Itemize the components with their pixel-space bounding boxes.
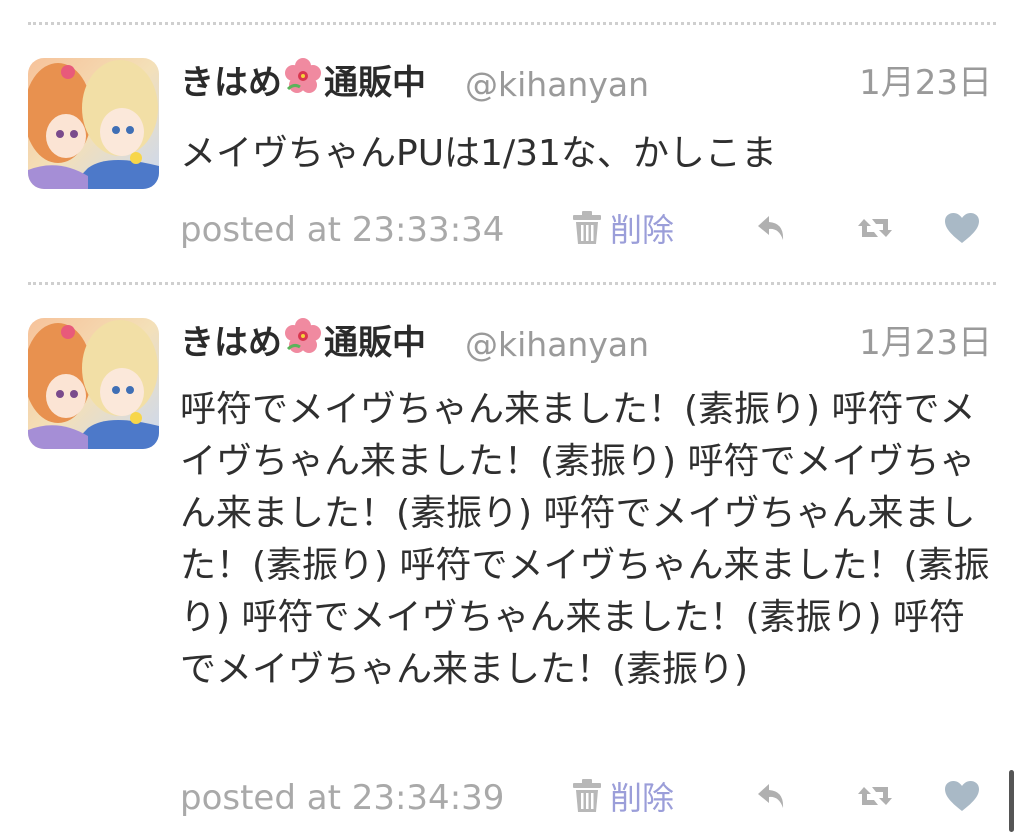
- timeline: きはめ 通販中 @kihanyan 1月23日 メイヴちゃんPUは1/31な、かし…: [0, 0, 1024, 832]
- reply-icon: [755, 213, 789, 247]
- tweet-footer: posted at 23:33:34 削除: [180, 206, 996, 254]
- delete-button[interactable]: 削除: [570, 206, 674, 254]
- trash-icon: [570, 778, 604, 818]
- tweet-header: きはめ 通販中 @kihanyan 1月23日: [180, 57, 992, 108]
- tweet-text: 呼符でメイヴちゃん来ました！(素振り) 呼符でメイヴちゃん来ました！(素振り) …: [180, 389, 990, 690]
- tweet-date[interactable]: 1月23日: [859, 320, 992, 366]
- retweet-icon: [856, 781, 894, 815]
- delete-label: 削除: [610, 779, 675, 817]
- delete-button[interactable]: 削除: [570, 774, 674, 822]
- tweet-2[interactable]: きはめ 通販中 @kihanyan 1月23日 呼符でメイヴちゃん来ました！(素振…: [0, 317, 1024, 832]
- display-name-prefix: きはめ: [180, 63, 282, 103]
- display-name[interactable]: きはめ 通販中: [180, 317, 426, 367]
- tweet-1[interactable]: きはめ 通販中 @kihanyan 1月23日 メイヴちゃんPUは1/31な、かし…: [0, 57, 1024, 270]
- display-name-suffix: 通販中: [324, 63, 426, 103]
- favorite-button[interactable]: [942, 210, 982, 250]
- tweet-header: きはめ 通販中 @kihanyan 1月23日: [180, 317, 992, 368]
- display-name[interactable]: きはめ 通販中: [180, 57, 426, 107]
- favorite-button[interactable]: [942, 778, 982, 818]
- heart-icon: [943, 779, 981, 817]
- retweet-icon: [856, 213, 894, 247]
- divider: [28, 22, 996, 25]
- display-name-prefix: きはめ: [180, 323, 282, 363]
- screen-name[interactable]: @kihanyan: [465, 62, 649, 108]
- scrollbar[interactable]: [1009, 770, 1014, 832]
- delete-label: 削除: [610, 211, 675, 249]
- tweet-date[interactable]: 1月23日: [859, 60, 992, 106]
- display-name-suffix: 通販中: [324, 323, 426, 363]
- hibiscus-icon: [284, 317, 322, 367]
- tweet-footer: posted at 23:34:39 削除: [180, 774, 996, 822]
- avatar[interactable]: [28, 58, 159, 189]
- retweet-button[interactable]: [855, 778, 895, 818]
- trash-icon: [570, 210, 604, 250]
- retweet-button[interactable]: [855, 210, 895, 250]
- tweet-text: メイヴちゃんPUは1/31な、かしこま: [180, 133, 777, 174]
- reply-icon: [755, 781, 789, 815]
- posted-time: posted at 23:34:39: [180, 778, 505, 818]
- reply-button[interactable]: [752, 778, 792, 818]
- heart-icon: [943, 211, 981, 249]
- divider: [28, 282, 996, 285]
- screen-name[interactable]: @kihanyan: [465, 322, 649, 368]
- reply-button[interactable]: [752, 210, 792, 250]
- posted-time: posted at 23:33:34: [180, 210, 505, 250]
- hibiscus-icon: [284, 57, 322, 107]
- avatar[interactable]: [28, 318, 159, 449]
